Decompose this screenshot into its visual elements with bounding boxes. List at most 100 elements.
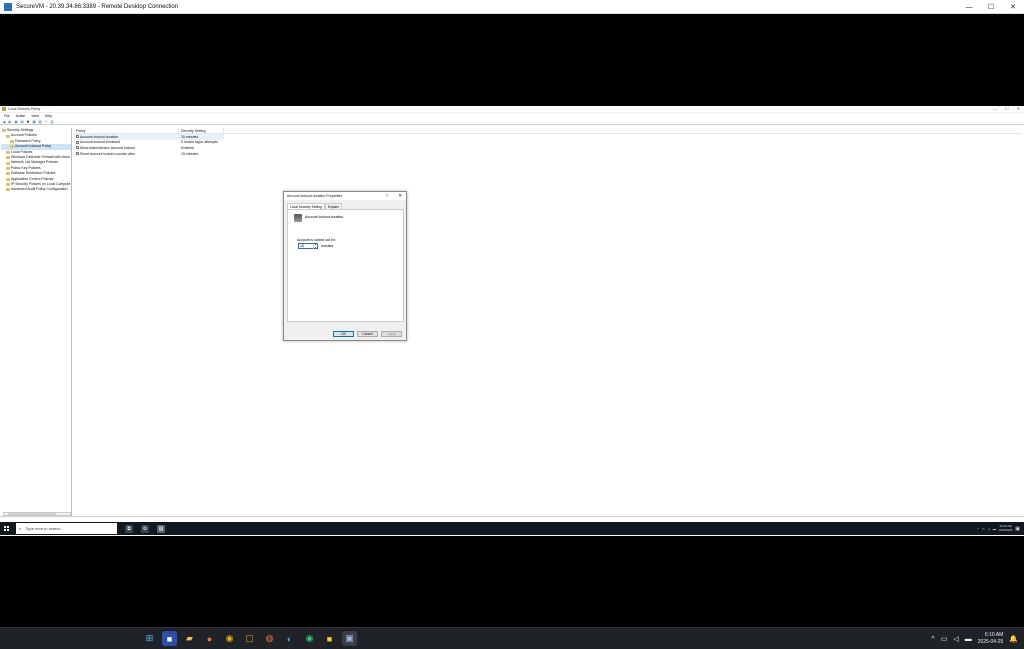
scrollbar-thumb[interactable] xyxy=(8,513,56,515)
mmc-close-icon[interactable]: ✕ xyxy=(1017,106,1020,111)
vm-start-windows-icon[interactable] xyxy=(4,526,9,531)
vm-notifications-icon[interactable]: ▣ xyxy=(1015,526,1020,532)
up-folder-icon[interactable]: ▣ xyxy=(14,120,18,124)
back-arrow-icon[interactable]: ◀ xyxy=(2,120,6,124)
host-brave-icon[interactable]: ● xyxy=(202,631,217,646)
host-file-explorer-icon[interactable]: ▰ xyxy=(182,631,197,646)
folder-icon xyxy=(6,150,10,154)
forward-arrow-icon[interactable]: ▶ xyxy=(8,120,12,124)
ok-button[interactable]: OK xyxy=(333,331,354,337)
rdp-window-title: SecureVM - 20.39.34.86:3389 - Remote Des… xyxy=(16,3,179,10)
menu-view[interactable]: View xyxy=(31,114,39,118)
menu-help[interactable]: Help xyxy=(45,114,52,118)
vm-date: 4/25/2025 xyxy=(998,527,1013,532)
vm-search-box[interactable]: ⌕ Type here to search xyxy=(16,523,117,534)
host-start-icon[interactable]: ⊞ xyxy=(142,631,157,646)
minimize-button[interactable]: — xyxy=(958,0,980,14)
host-time: 6:10 AM xyxy=(984,632,1004,638)
rdp-titlebar: SecureVM - 20.39.34.86:3389 - Remote Des… xyxy=(0,0,1024,14)
policy-item-icon xyxy=(76,140,79,144)
close-button[interactable]: ✕ xyxy=(1002,0,1024,14)
spin-arrows[interactable]: ▲ ▼ xyxy=(313,244,317,249)
apply-button[interactable]: Apply xyxy=(381,331,402,337)
policy-name: Account lockout threshold xyxy=(80,140,121,145)
vm-tray-chevron-icon[interactable]: ^ xyxy=(977,527,978,531)
host-firefox-icon[interactable]: ◍ xyxy=(262,631,277,646)
policy-cell: Account lockout duration xyxy=(74,135,179,139)
host-chrome-icon[interactable]: ◉ xyxy=(222,631,237,646)
host-tray-chevron-icon[interactable]: ^ xyxy=(931,636,934,643)
search-icon: ⌕ xyxy=(19,526,22,531)
show-tree-icon[interactable]: ▤ xyxy=(20,120,24,124)
lockout-duration-properties-dialog: Account lockout duration Properties ? ✕ … xyxy=(283,191,407,341)
host-app-icon[interactable]: ■ xyxy=(162,631,177,646)
folder-icon xyxy=(6,134,10,138)
maximize-button[interactable]: ☐ xyxy=(980,0,1002,14)
local-security-policy-icon xyxy=(2,107,6,111)
vm-search-placeholder: Type here to search xyxy=(25,526,61,531)
mmc-minimize-icon[interactable]: — xyxy=(993,106,997,111)
table-row[interactable]: Reset account lockout counter after 15 mi… xyxy=(74,151,1022,157)
vm-language-icon[interactable]: ▬ xyxy=(993,527,996,531)
mmc-window-controls: — ☐ ✕ xyxy=(993,106,1020,111)
host-remote-desktop-icon[interactable]: ▣ xyxy=(342,631,357,646)
host-battery-icon[interactable]: ▬ xyxy=(965,636,972,643)
folder-icon xyxy=(10,145,14,149)
vm-clock[interactable]: 10:10 AM 4/25/2025 xyxy=(998,524,1013,532)
host-sticky-notes-icon[interactable]: ■ xyxy=(322,631,337,646)
tree-item[interactable]: Advanced Audit Policy Configuration xyxy=(1,187,71,192)
local-security-policy-taskbar-icon[interactable]: ▤ xyxy=(157,524,165,533)
folder-icon xyxy=(10,139,14,143)
table-row[interactable]: Account lockout duration 15 minutes xyxy=(74,134,224,140)
mmc-maximize-icon[interactable]: ☐ xyxy=(1005,106,1009,111)
mmc-titlebar: Local Security Policy — ☐ ✕ xyxy=(0,106,1024,113)
vm-system-tray: ^ ▭ ◁ ▬ 10:10 AM 4/25/2025 ▣ xyxy=(977,522,1020,535)
folder-icon xyxy=(6,172,10,176)
host-notifications-icon[interactable]: 🔔 xyxy=(1009,635,1018,643)
dialog-panel: Account lockout duration Account is lock… xyxy=(287,209,404,322)
host-date: 2025-04-25 xyxy=(977,639,1004,645)
delete-icon[interactable]: ✖ xyxy=(26,120,30,124)
vm-network-icon[interactable]: ▭ xyxy=(982,527,985,531)
host-taskbar: ⊞ ■ ▰ ● ◉ ▢ ◍ ◐ ◉ ■ ▣ ^ ▭ ◁ ▬ 6:10 AM 20… xyxy=(0,627,1024,649)
security-setting-cell: 15 minutes xyxy=(181,134,199,139)
host-clock[interactable]: 6:10 AM 2025-04-25 xyxy=(978,632,1004,646)
lockout-duration-value[interactable]: 15 xyxy=(300,244,304,248)
host-edge-icon[interactable]: ◐ xyxy=(282,631,297,646)
properties-icon[interactable]: ▦ xyxy=(32,120,36,124)
policy-item-icon xyxy=(76,146,79,150)
host-display-icon[interactable]: ▭ xyxy=(941,635,948,643)
task-view-icon[interactable]: ⧉ xyxy=(125,524,133,533)
column-header-policy[interactable]: Policy xyxy=(74,128,179,133)
mmc-toolbar: ◀ ▶ ▣ ▤ ✖ ▦ ▧ ? ▥ xyxy=(0,119,1024,125)
policy-list: Policy Security Setting Account lockout … xyxy=(74,128,1022,518)
menu-action[interactable]: Action xyxy=(16,114,26,118)
lockout-duration-label: Account is locked out for: xyxy=(297,238,337,242)
policy-item-icon xyxy=(76,135,79,139)
host-volume-icon[interactable]: ◁ xyxy=(953,635,958,643)
spin-down-icon[interactable]: ▼ xyxy=(314,247,317,250)
policy-icon xyxy=(294,214,302,222)
column-header-security-setting[interactable]: Security Setting xyxy=(179,128,224,133)
host-app-orange-icon[interactable]: ▢ xyxy=(242,631,257,646)
menu-file[interactable]: File xyxy=(4,114,10,118)
lockout-duration-spinbox[interactable]: 15 ▲ ▼ xyxy=(298,243,318,249)
remote-desktop-icon xyxy=(4,2,12,11)
folder-icon xyxy=(6,156,10,160)
dialog-close-button[interactable]: ✕ xyxy=(398,192,402,200)
mmc-status-bar xyxy=(0,516,1024,521)
policy-name: Account lockout duration xyxy=(80,134,119,139)
vm-volume-icon[interactable]: ◁ xyxy=(988,527,990,531)
policy-name: Allow Administrator account lockout xyxy=(80,145,136,150)
policy-name: Reset account lockout counter after xyxy=(80,151,136,156)
cancel-button[interactable]: Cancel xyxy=(357,331,378,337)
export-list-icon[interactable]: ▥ xyxy=(50,120,54,124)
security-setting-cell: Enabled xyxy=(181,145,194,150)
host-chrome-dev-icon[interactable]: ◉ xyxy=(302,631,317,646)
security-setting-cell: 15 minutes xyxy=(181,151,199,156)
dialog-help-button[interactable]: ? xyxy=(386,192,388,200)
help-icon[interactable]: ? xyxy=(44,120,48,124)
server-manager-icon[interactable]: ⚙ xyxy=(141,524,149,533)
dialog-titlebar: Account lockout duration Properties ? ✕ xyxy=(284,192,406,200)
refresh-icon[interactable]: ▧ xyxy=(38,120,42,124)
